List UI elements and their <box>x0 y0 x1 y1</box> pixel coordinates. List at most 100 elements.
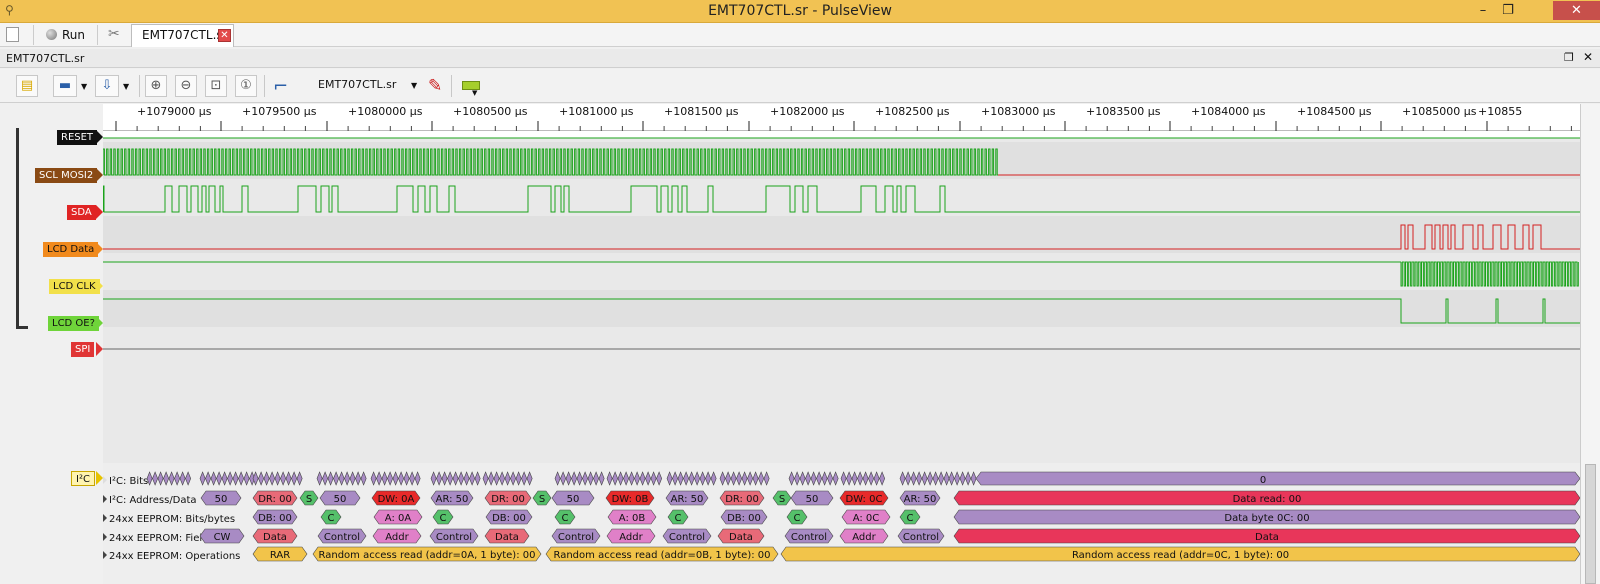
open-file-icon[interactable]: ▬ <box>53 75 77 97</box>
ruler-label: +1083000 µs <box>981 105 1056 118</box>
save-dropdown-chevron-icon[interactable]: ▼ <box>123 82 129 91</box>
bit-annotation <box>741 471 748 486</box>
open-dropdown-chevron-icon[interactable]: ▼ <box>81 82 87 91</box>
bit-annotation <box>639 471 646 486</box>
bit-annotation <box>725 471 732 486</box>
bit-annotation <box>463 471 470 486</box>
bit-annotation <box>157 471 164 486</box>
decoder-label-i2c[interactable]: I²C <box>71 471 95 486</box>
channel-label-scl-mosi2[interactable]: SCL MOSI2 <box>35 168 98 183</box>
new-session-icon[interactable] <box>6 27 19 42</box>
bit-annotation <box>846 471 853 486</box>
toolbar-separator <box>139 75 140 97</box>
decoder-dropdown-chevron-icon[interactable]: ▼ <box>472 89 477 97</box>
bit-annotation <box>232 471 239 486</box>
bit-annotation <box>851 471 858 486</box>
new-view-icon[interactable]: ▤ <box>16 75 38 97</box>
save-file-icon[interactable]: ⇩ <box>95 75 119 97</box>
channel-label-spi[interactable]: SPI <box>71 342 95 357</box>
decoder-row-label: I²C: Address/Data <box>109 495 197 506</box>
channel-arrow <box>96 342 103 356</box>
bit-annotation <box>521 471 528 486</box>
device-selector[interactable]: EMT707CTL.sr <box>318 78 396 91</box>
zoom-one-to-one-icon[interactable]: ① <box>235 75 257 97</box>
channel-group-bracket-foot <box>16 326 28 329</box>
bit-annotation <box>868 471 875 486</box>
tab-emt707ctl[interactable]: EMT707CTL.sr ✕ <box>131 24 234 47</box>
fields-label: Control <box>324 532 360 543</box>
channel-label-reset[interactable]: RESET <box>57 130 98 145</box>
bits-bytes-label: C <box>562 513 569 524</box>
decoder-row-arrow <box>103 476 107 484</box>
bit-annotation <box>430 471 437 486</box>
address-data-label: 50 <box>334 494 347 505</box>
bit-annotation <box>719 471 726 486</box>
bit-annotation <box>666 471 673 486</box>
bit-annotation <box>763 471 770 486</box>
address-data-label: DW: 0B <box>612 494 649 505</box>
decoder-annotations: I²C: Bits I²C: Address/Data 24xx EEPROM: B… <box>103 471 1580 562</box>
channel-label-lcd-data[interactable]: LCD Data <box>43 242 99 257</box>
bit-annotation <box>857 471 864 486</box>
device-dropdown-chevron-icon[interactable]: ▼ <box>411 81 417 90</box>
bit-annotation <box>688 471 695 486</box>
bit-annotation <box>174 471 181 486</box>
run-button[interactable]: Run <box>62 26 85 44</box>
channel-group-bracket <box>16 128 19 329</box>
channel-label-lcd-oe[interactable]: LCD OE? <box>48 316 99 331</box>
bit-annotation <box>593 471 600 486</box>
bit-annotation <box>560 471 567 486</box>
bit-annotation <box>269 471 276 486</box>
bit-annotation <box>221 471 228 486</box>
zoom-fit-icon[interactable]: ⊡ <box>205 75 227 97</box>
cursors-icon[interactable]: ⌐ <box>273 76 288 97</box>
scrollbar-thumb[interactable] <box>1585 464 1596 584</box>
bit-annotation <box>612 471 619 486</box>
address-data-label: S <box>539 494 545 505</box>
run-icon <box>46 29 57 40</box>
fields-label: Control <box>903 532 939 543</box>
zoom-in-icon[interactable]: ⊕ <box>145 75 167 97</box>
decoder-row-label: 24xx EEPROM: Fields <box>109 533 214 544</box>
bit-annotation <box>482 471 489 486</box>
zoom-out-icon[interactable]: ⊖ <box>175 75 197 97</box>
bit-annotation <box>515 471 522 486</box>
bit-annotation <box>634 471 641 486</box>
bit-annotation <box>932 471 939 486</box>
bit-annotation <box>360 471 367 486</box>
bit-annotation <box>163 471 170 486</box>
address-data-label: 50 <box>567 494 580 505</box>
bit-annotation <box>392 471 399 486</box>
trace-view[interactable]: I²C: Bits I²C: Address/Data 24xx EEPROM: B… <box>103 131 1580 584</box>
bits-bytes-label: C <box>794 513 801 524</box>
vertical-scrollbar[interactable] <box>1580 104 1600 584</box>
bits-bytes-label: A: 0A <box>385 513 412 524</box>
channel-label-sda[interactable]: SDA <box>67 205 96 220</box>
bit-annotation <box>493 471 500 486</box>
bit-annotation <box>873 471 880 486</box>
settings-tools-icon[interactable]: ✂ <box>108 26 120 42</box>
fields-label: Addr <box>852 532 876 543</box>
time-ruler[interactable]: +1079000 µs +1079500 µs +1080000 µs +108050… <box>103 104 1580 131</box>
close-button[interactable]: ✕ <box>1553 1 1600 20</box>
bit-annotation <box>827 471 834 486</box>
window-title: EMT707CTL.sr - PulseView <box>708 3 892 19</box>
bit-annotation <box>705 471 712 486</box>
probe-config-icon[interactable]: ✎ <box>428 76 442 96</box>
restore-button[interactable]: ❐ <box>1493 1 1523 20</box>
bit-annotation <box>710 471 717 486</box>
tab-label: EMT707CTL.sr <box>142 28 228 42</box>
tab-close-icon[interactable]: ✕ <box>218 29 231 42</box>
bit-annotation <box>650 471 657 486</box>
bit-annotation <box>488 471 495 486</box>
ruler-label: +1080000 µs <box>348 105 423 118</box>
channel-label-lcd-clk[interactable]: LCD CLK <box>49 279 100 294</box>
bit-annotation <box>554 471 561 486</box>
document-restore-icon[interactable]: ❐ <box>1564 51 1574 64</box>
document-close-icon[interactable]: ✕ <box>1583 50 1593 64</box>
bits-tail-annotation <box>975 471 1580 486</box>
bit-annotation <box>452 471 459 486</box>
bit-annotation <box>910 471 917 486</box>
tab-bar: Run ✂ EMT707CTL.sr ✕ <box>0 23 1600 47</box>
bits-bytes-label: A: 0C <box>853 513 880 524</box>
